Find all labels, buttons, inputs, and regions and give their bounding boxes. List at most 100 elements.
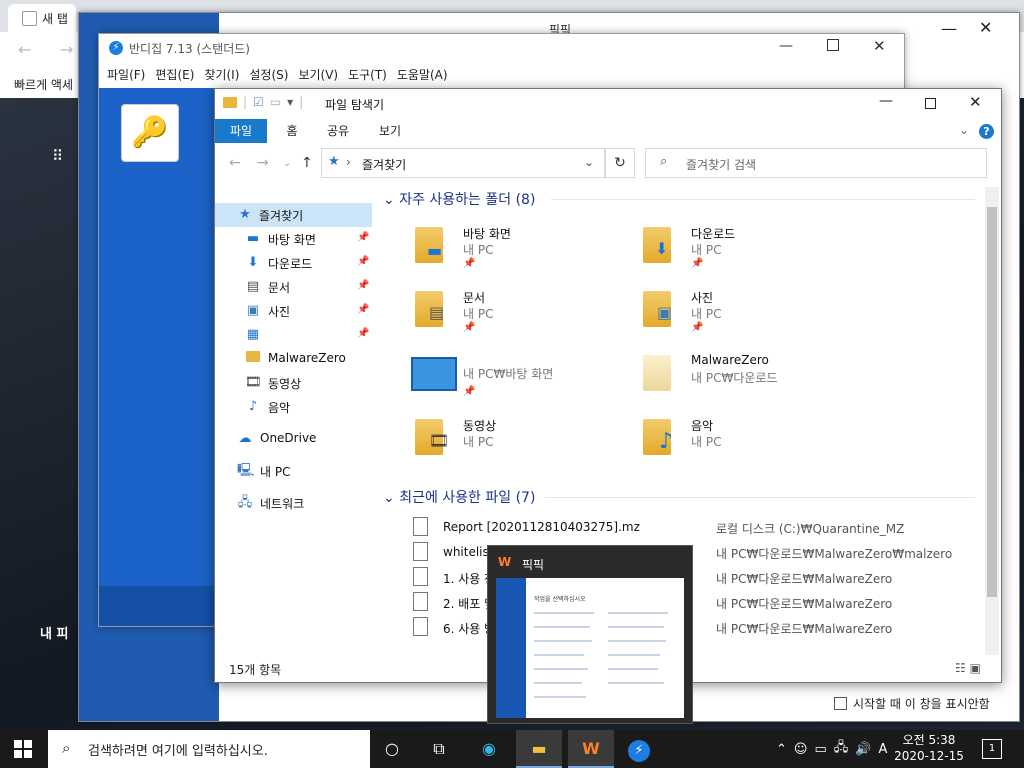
- frequent-folder-downloads[interactable]: ⬇ 다운로드 내 PC 📌: [603, 221, 823, 277]
- chevron-up-icon[interactable]: ⌃: [776, 742, 787, 757]
- startup-checkbox[interactable]: 시작할 때 이 창을 표시안함: [834, 695, 990, 712]
- frequent-folder-desktop[interactable]: ▬ 바탕 화면 내 PC 📌: [375, 221, 595, 277]
- address-input[interactable]: ★ › 즐겨찾기 ⌄: [321, 148, 605, 178]
- tab-file[interactable]: 파일: [215, 119, 267, 143]
- frequent-folder-music[interactable]: ♪ 음악 내 PC: [603, 413, 823, 469]
- pikpik-taskbar-icon[interactable]: W: [568, 730, 614, 768]
- thumbnail-title: 픽픽: [522, 558, 545, 572]
- frequent-folder-documents[interactable]: ▤ 문서 내 PC 📌: [375, 285, 595, 341]
- explorer-title: 파일 탐색기: [325, 98, 385, 112]
- pin-icon: 📌: [463, 258, 476, 269]
- forward-icon[interactable]: →: [257, 155, 269, 171]
- ribbon-expand-icon[interactable]: ⌄: [959, 123, 969, 137]
- folder-icon: [223, 96, 237, 108]
- tab-view[interactable]: 보기: [371, 119, 409, 143]
- windows-start-icon[interactable]: [14, 740, 32, 758]
- help-icon[interactable]: ?: [979, 124, 994, 139]
- menu-view[interactable]: 보기(V): [298, 66, 338, 83]
- sidebar-item-label: 내 PC: [260, 465, 291, 479]
- battery-icon[interactable]: ▭: [814, 742, 826, 757]
- scrollbar-thumb[interactable]: [987, 207, 997, 597]
- address-dropdown-icon[interactable]: ⌄: [584, 155, 594, 169]
- sidebar-item-malwarezero[interactable]: MalwareZero: [215, 347, 372, 371]
- edge-icon[interactable]: ◉: [466, 730, 512, 768]
- maximize-icon[interactable]: [827, 39, 839, 51]
- menu-file[interactable]: 파일(F): [107, 66, 145, 83]
- close-icon[interactable]: ✕: [979, 18, 992, 37]
- people-icon[interactable]: ☺: [794, 742, 808, 757]
- frequent-folder-malwarezero[interactable]: MalwareZero 내 PC₩다운로드: [603, 349, 823, 405]
- back-icon[interactable]: ←: [229, 155, 241, 171]
- search-input[interactable]: ⌕ 즐겨찾기 검색: [645, 148, 987, 178]
- pikpik-thumbnail-preview[interactable]: W 픽픽 작업을 선택하십시오: [487, 545, 693, 724]
- network-icon[interactable]: 🖧: [834, 738, 849, 760]
- recent-locations-icon[interactable]: ⌄: [283, 158, 291, 169]
- sidebar-item-desktop[interactable]: ▬ 바탕 화면 📌: [215, 227, 372, 251]
- sidebar-item-control-panel[interactable]: ▦ 📌: [215, 323, 372, 347]
- menu-edit[interactable]: 편집(E): [155, 66, 194, 83]
- sidebar-item-onedrive[interactable]: ☁ OneDrive: [215, 427, 372, 451]
- pin-icon: 📌: [691, 258, 704, 269]
- tab-share[interactable]: 공유: [319, 119, 357, 143]
- qat-dropdown-icon[interactable]: ▾: [287, 95, 293, 109]
- browser-tab[interactable]: 새 탭: [8, 4, 76, 32]
- vertical-scrollbar[interactable]: [985, 187, 999, 655]
- recent-files-header[interactable]: ⌄ 최근에 사용한 파일 (7): [383, 487, 535, 507]
- sidebar-item-label: 음악: [268, 401, 291, 415]
- browser-back-icon[interactable]: ←: [18, 40, 31, 59]
- menu-settings[interactable]: 설정(S): [249, 66, 288, 83]
- sidebar-item-downloads[interactable]: ⬇ 다운로드 📌: [215, 251, 372, 275]
- document-icon: ▤: [246, 279, 260, 294]
- file-explorer-icon[interactable]: ▬: [516, 730, 562, 768]
- cortana-icon[interactable]: ○: [369, 730, 415, 768]
- menu-find[interactable]: 찾기(I): [204, 66, 239, 83]
- new-folder-icon[interactable]: ▭: [270, 95, 281, 109]
- refresh-icon[interactable]: ↻: [605, 148, 635, 178]
- frequent-folder-videos[interactable]: 🎞 동영상 내 PC: [375, 413, 595, 469]
- menu-help[interactable]: 도움말(A): [397, 66, 448, 83]
- view-mode-icons[interactable]: ☷ ▣: [955, 661, 981, 675]
- key-lock-icon[interactable]: 🔑: [121, 104, 179, 162]
- recent-file-row[interactable]: Report [2020112810403275].mz 로컬 디스크 (C:)…: [375, 515, 975, 540]
- apps-grid-icon[interactable]: ⠿: [52, 148, 68, 164]
- volume-icon[interactable]: 🔊: [855, 742, 871, 757]
- sidebar-item-network[interactable]: 🖧 네트워크: [215, 491, 372, 515]
- properties-icon[interactable]: ☑: [253, 95, 264, 109]
- tab-home[interactable]: 홈: [275, 119, 309, 143]
- task-view-icon[interactable]: ⧉: [416, 730, 462, 768]
- bandizip-taskbar-icon[interactable]: ⚡: [616, 730, 662, 768]
- close-icon[interactable]: ✕: [969, 93, 982, 111]
- minimize-icon[interactable]: —: [941, 19, 957, 38]
- taskbar-search-input[interactable]: ⌕ 검색하려면 여기에 입력하십시오.: [48, 730, 370, 768]
- close-icon[interactable]: ✕: [873, 37, 886, 55]
- breadcrumb-chevron-icon[interactable]: ›: [346, 155, 351, 169]
- checkbox-box[interactable]: [834, 697, 847, 710]
- bandizip-title: 반디집 7.13 (스탠더드): [129, 42, 250, 56]
- sidebar-item-documents[interactable]: ▤ 문서 📌: [215, 275, 372, 299]
- frequent-folder-pictures[interactable]: ▣ 사진 내 PC 📌: [603, 285, 823, 341]
- sidebar-item-music[interactable]: ♪ 음악: [215, 395, 372, 419]
- frequent-folders-header[interactable]: ⌄ 자주 사용하는 폴더 (8): [383, 189, 535, 209]
- menu-tools[interactable]: 도구(T): [348, 66, 387, 83]
- bookmark-shortcut[interactable]: 빠르게 액세: [14, 76, 73, 93]
- address-text: 즐겨찾기: [362, 158, 407, 172]
- sidebar-item-favorites[interactable]: ★ 즐겨찾기: [215, 203, 372, 227]
- minimize-icon[interactable]: —: [879, 93, 893, 109]
- document-icon: [413, 517, 428, 536]
- minimize-icon[interactable]: —: [779, 38, 793, 54]
- search-icon: ⌕: [660, 154, 668, 169]
- pin-icon: 📌: [357, 304, 370, 315]
- maximize-icon[interactable]: [925, 98, 936, 109]
- sidebar-item-videos[interactable]: 🎞 동영상: [215, 371, 372, 395]
- desktop-icon: ▬: [246, 231, 260, 246]
- sidebar-item-this-pc[interactable]: 🖳 내 PC: [215, 459, 372, 483]
- frequent-folder-control-panel[interactable]: 내 PC₩바탕 화면 📌: [375, 349, 595, 405]
- up-icon[interactable]: ↑: [301, 155, 313, 171]
- thumbnail-image: 작업을 선택하십시오: [496, 578, 684, 718]
- browser-forward-icon[interactable]: →: [60, 40, 73, 59]
- notification-center-icon[interactable]: 1: [982, 739, 1002, 759]
- star-icon: ★: [239, 207, 251, 222]
- taskbar-clock[interactable]: 오전 5:38 2020-12-15: [892, 732, 966, 764]
- sidebar-item-pictures[interactable]: ▣ 사진 📌: [215, 299, 372, 323]
- ime-indicator[interactable]: A: [878, 742, 887, 757]
